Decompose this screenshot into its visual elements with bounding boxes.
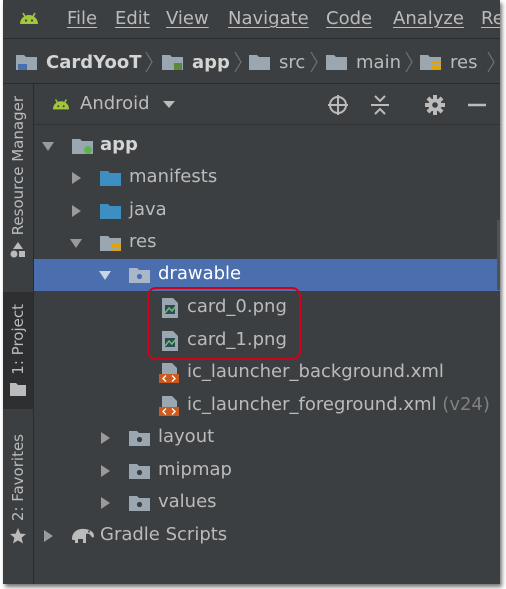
resource-manager-label: Resource Manager: [9, 96, 27, 236]
folder-icon: [100, 171, 121, 186]
tree-item-ic-launcher-foreground[interactable]: ic_launcher_foreground.xml (v24): [34, 390, 500, 422]
expand-down-icon: [42, 142, 54, 151]
scrollbar[interactable]: [497, 220, 500, 290]
folder-icon: [129, 496, 150, 511]
folder-icon: [129, 464, 150, 479]
module-folder-icon: [72, 139, 93, 154]
tool-window-strip: Resource Manager 1: Project 2: Favorites: [3, 84, 34, 584]
project-tab-label: 1: Project: [9, 304, 27, 375]
locate-file-button[interactable]: [326, 93, 350, 117]
star-icon: [10, 528, 26, 544]
xml-file-icon: [159, 363, 179, 383]
tree-item-ic-launcher-background[interactable]: ic_launcher_background.xml: [34, 357, 500, 389]
module-folder-icon: [162, 55, 183, 70]
breadcrumb-src[interactable]: src: [248, 50, 305, 74]
menu-view[interactable]: View: [166, 8, 209, 30]
menu-file[interactable]: File: [67, 8, 97, 30]
qualifier-hint: (v24): [442, 394, 490, 415]
gradle-elephant-icon: [72, 528, 94, 543]
resource-folder-icon: [420, 55, 441, 70]
folder-icon: [129, 268, 150, 283]
menu-bar: File Edit View Navigate Code Analyze Re: [3, 0, 500, 39]
chevron-right-icon: [145, 51, 153, 73]
tree-item-gradle-scripts[interactable]: Gradle Scripts: [34, 520, 500, 552]
collapse-icon: [371, 95, 389, 115]
breadcrumb-project[interactable]: CardYooT: [15, 50, 142, 74]
view-selector-label: Android: [80, 93, 150, 114]
expand-right-icon: [101, 497, 110, 509]
chevron-right-icon: [487, 51, 495, 73]
resource-manager-tab[interactable]: Resource Manager: [3, 96, 33, 259]
resource-manager-icon: [10, 242, 25, 258]
expand-down-icon: [99, 271, 111, 280]
project-tab[interactable]: 1: Project: [3, 292, 33, 409]
file-name: ic_launcher_foreground.xml: [187, 394, 437, 415]
crosshair-icon: [328, 95, 348, 115]
project-folder-icon: [16, 55, 37, 70]
folder-icon: [129, 431, 150, 446]
favorites-tab-label: 2: Favorites: [9, 434, 27, 522]
caret-down-icon: [162, 100, 175, 108]
tree-item-layout[interactable]: layout: [34, 422, 500, 454]
highlight-annotation: [147, 287, 301, 360]
android-studio-logo-icon: [20, 12, 38, 24]
breadcrumb-res[interactable]: res: [419, 50, 477, 74]
menu-navigate[interactable]: Navigate: [228, 8, 309, 30]
resource-folder-icon: [100, 236, 121, 251]
breadcrumb: CardYooT app src main res: [3, 39, 500, 84]
expand-right-icon: [101, 432, 110, 444]
chevron-right-icon: [234, 51, 242, 73]
breadcrumb-app[interactable]: app: [161, 50, 230, 74]
view-selector-dropdown[interactable]: Android: [50, 93, 176, 114]
xml-file-icon: [159, 396, 179, 416]
expand-down-icon: [70, 239, 82, 248]
chevron-right-icon: [310, 51, 318, 73]
expand-right-icon: [44, 530, 53, 542]
tree-item-app[interactable]: app: [34, 130, 500, 162]
favorites-tab[interactable]: 2: Favorites: [3, 434, 33, 545]
menu-analyze[interactable]: Analyze: [393, 8, 464, 30]
collapse-all-button[interactable]: [368, 93, 392, 117]
hide-panel-button[interactable]: [465, 93, 489, 117]
folder-icon: [10, 382, 26, 396]
tree-item-java[interactable]: java: [34, 195, 500, 227]
project-view-header: Android: [34, 84, 500, 125]
settings-button[interactable]: [423, 93, 447, 117]
menu-refactor[interactable]: Re: [481, 8, 500, 30]
tree-item-mipmap[interactable]: mipmap: [34, 455, 500, 487]
expand-right-icon: [72, 172, 81, 184]
expand-right-icon: [72, 205, 81, 217]
tree-item-values[interactable]: values: [34, 487, 500, 519]
menu-code[interactable]: Code: [326, 8, 372, 30]
folder-icon: [249, 55, 270, 70]
expand-right-icon: [101, 465, 110, 477]
folder-icon: [100, 204, 121, 219]
menu-edit[interactable]: Edit: [115, 8, 150, 30]
android-icon: [52, 98, 70, 109]
breadcrumb-main[interactable]: main: [325, 50, 401, 74]
minimize-icon: [468, 103, 486, 107]
tree-item-res[interactable]: res: [34, 227, 500, 259]
chevron-right-icon: [405, 51, 413, 73]
folder-icon: [326, 55, 347, 70]
tree-item-manifests[interactable]: manifests: [34, 162, 500, 194]
gear-icon: [425, 95, 445, 115]
